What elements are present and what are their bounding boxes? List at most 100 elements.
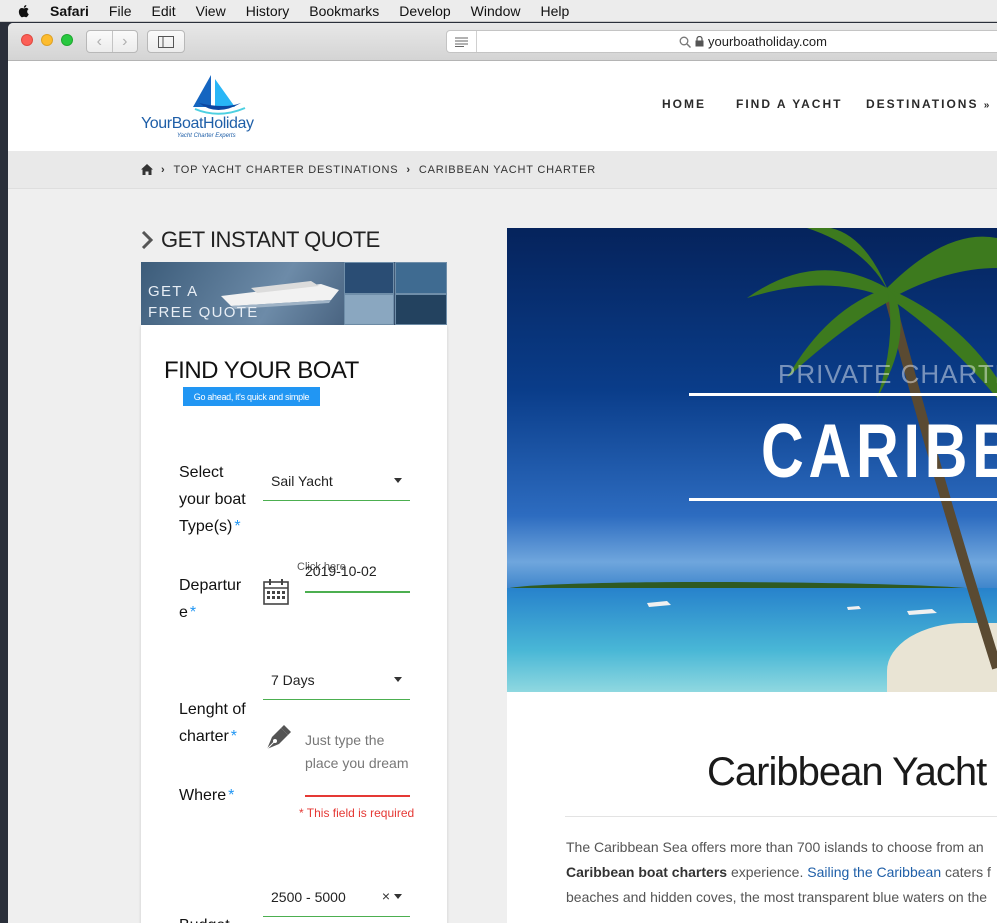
chevron-right-icon [141, 231, 153, 249]
site-logo[interactable]: YourBoatHoliday Yacht Charter Experts [141, 73, 301, 143]
boat-type-label-line: Select [179, 464, 224, 481]
search-icon [679, 36, 691, 48]
departure-date-value: 2019-10-02 [305, 563, 377, 579]
length-label: Lenght of charter * [179, 696, 246, 750]
hero-image: PRIVATE CHARTE CARIBBE [507, 228, 997, 692]
departure-date-input[interactable]: 2019-10-02 [305, 551, 410, 593]
sidebar-icon [158, 35, 174, 48]
required-marker: * [234, 518, 241, 535]
site-header: YourBoatHoliday Yacht Charter Experts HO… [8, 61, 997, 151]
minimize-window-button[interactable] [41, 34, 53, 46]
menu-develop[interactable]: Develop [399, 3, 450, 19]
hero-pretitle: PRIVATE CHARTE [778, 359, 997, 389]
safari-window: ‹ › yourboatholiday.com YourBoatHoliday … [8, 23, 997, 923]
breadcrumb-item-destinations[interactable]: TOP YACHT CHARTER DESTINATIONS [173, 164, 398, 176]
paragraph-line: The Caribbean Sea offers more than 700 i… [566, 839, 984, 855]
quote-heading-text: GET INSTANT QUOTE [161, 227, 380, 252]
departure-label-line: e [179, 604, 188, 621]
back-button[interactable]: ‹ [87, 31, 113, 52]
banner-text-line1: GET A [148, 283, 199, 300]
sailing-caribbean-link[interactable]: Sailing the Caribbean [807, 864, 941, 880]
quote-heading: GET INSTANT QUOTE [141, 227, 380, 253]
forward-button[interactable]: › [113, 31, 138, 52]
menu-history[interactable]: History [246, 3, 290, 19]
boat-type-label-line: Type(s) [179, 518, 233, 535]
logo-brand-text: YourBoatHoliday [141, 115, 254, 132]
nav-destinations-label: DESTINATIONS [866, 97, 979, 111]
history-nav-buttons: ‹ › [86, 30, 138, 53]
find-boat-form: FIND YOUR BOAT Go ahead, it's quick and … [141, 325, 447, 923]
where-placeholder-line: place you dream [305, 755, 409, 771]
where-placeholder-line: Just type the [305, 732, 385, 748]
banner-text-line2: FREE QUOTE [148, 304, 259, 321]
boat-type-select[interactable]: Sail Yacht [263, 461, 410, 501]
required-marker: * [230, 728, 238, 745]
required-marker: * [228, 787, 235, 804]
menu-edit[interactable]: Edit [151, 3, 175, 19]
menu-view[interactable]: View [196, 3, 226, 19]
where-label: Where * [179, 782, 234, 809]
browser-toolbar: ‹ › yourboatholiday.com [8, 23, 997, 61]
charter-length-select[interactable]: 7 Days [263, 660, 410, 700]
budget-select[interactable]: 2500 - 5000 × [263, 877, 410, 917]
breadcrumb-item-caribbean: CARIBBEAN YACHT CHARTER [418, 163, 596, 176]
url-display[interactable]: yourboatholiday.com [679, 34, 827, 49]
calendar-icon[interactable] [263, 579, 289, 605]
caret-down-icon [394, 478, 402, 483]
address-bar[interactable]: yourboatholiday.com [446, 30, 997, 53]
paragraph-text: caters f [941, 864, 991, 880]
reader-icon [455, 37, 468, 47]
close-window-button[interactable] [21, 34, 33, 46]
nav-home[interactable]: HOME [662, 97, 706, 111]
where-label-text: Where [179, 787, 227, 804]
menu-window[interactable]: Window [471, 3, 521, 19]
budget-label: Budget [179, 912, 230, 923]
content-heading: Caribbean Yacht [707, 750, 987, 794]
sailboat-logo-icon [193, 75, 246, 115]
bold-text: Caribbean boat charters [566, 864, 728, 880]
menu-app-safari[interactable]: Safari [50, 3, 89, 19]
chevron-right-icon: › [161, 163, 166, 176]
double-chevron-down-icon: » [983, 100, 992, 111]
where-input[interactable]: Just type the place you dream [305, 717, 410, 797]
charter-length-value: 7 Days [271, 671, 315, 688]
apple-menu-icon[interactable] [16, 3, 32, 19]
length-label-line: charter [179, 728, 229, 745]
caret-down-icon [394, 677, 402, 682]
web-page: YourBoatHoliday Yacht Charter Experts HO… [8, 61, 997, 923]
logo-tagline: Yacht Charter Experts [177, 133, 236, 139]
lock-icon [695, 36, 704, 47]
budget-value: 2500 - 5000 [271, 888, 346, 905]
content-card: Caribbean Yacht The Caribbean Sea offers… [507, 692, 997, 923]
paragraph-line: beaches and hidden coves, the most trans… [566, 889, 988, 905]
content-paragraph: The Caribbean Sea offers more than 700 i… [566, 835, 997, 910]
boats-icon [647, 601, 937, 615]
home-icon[interactable] [141, 164, 153, 175]
chevron-left-icon: ‹ [96, 32, 102, 50]
departure-label: Departur e * [179, 572, 241, 626]
clear-icon[interactable]: × [382, 888, 390, 904]
length-label-line: Lenght of [179, 701, 246, 718]
menu-help[interactable]: Help [540, 3, 569, 19]
menu-file[interactable]: File [109, 3, 132, 19]
paragraph-text: experience. [727, 864, 808, 880]
boat-type-value: Sail Yacht [271, 472, 333, 489]
reader-view-button[interactable] [447, 31, 477, 52]
banner-photo-tile [395, 262, 447, 294]
where-error-message: * This field is required [299, 806, 415, 820]
hero-title: CARIBBE [761, 409, 997, 494]
nav-destinations[interactable]: DESTINATIONS » [866, 97, 991, 111]
free-quote-banner[interactable]: GET A FREE QUOTE [141, 262, 447, 325]
sidebar-toggle-button[interactable] [147, 30, 185, 53]
nav-find-a-yacht[interactable]: FIND A YACHT [736, 97, 842, 111]
content-divider [565, 816, 997, 817]
departure-label-line: Departur [179, 577, 242, 594]
caret-down-icon [394, 894, 402, 899]
banner-photo-tile [395, 294, 447, 325]
required-marker: * [189, 604, 197, 621]
zoom-window-button[interactable] [61, 34, 73, 46]
fountain-pen-icon [266, 725, 291, 750]
chevron-right-icon: › [406, 163, 411, 176]
breadcrumb: › TOP YACHT CHARTER DESTINATIONS › CARIB… [8, 151, 997, 189]
menu-bookmarks[interactable]: Bookmarks [309, 3, 379, 19]
